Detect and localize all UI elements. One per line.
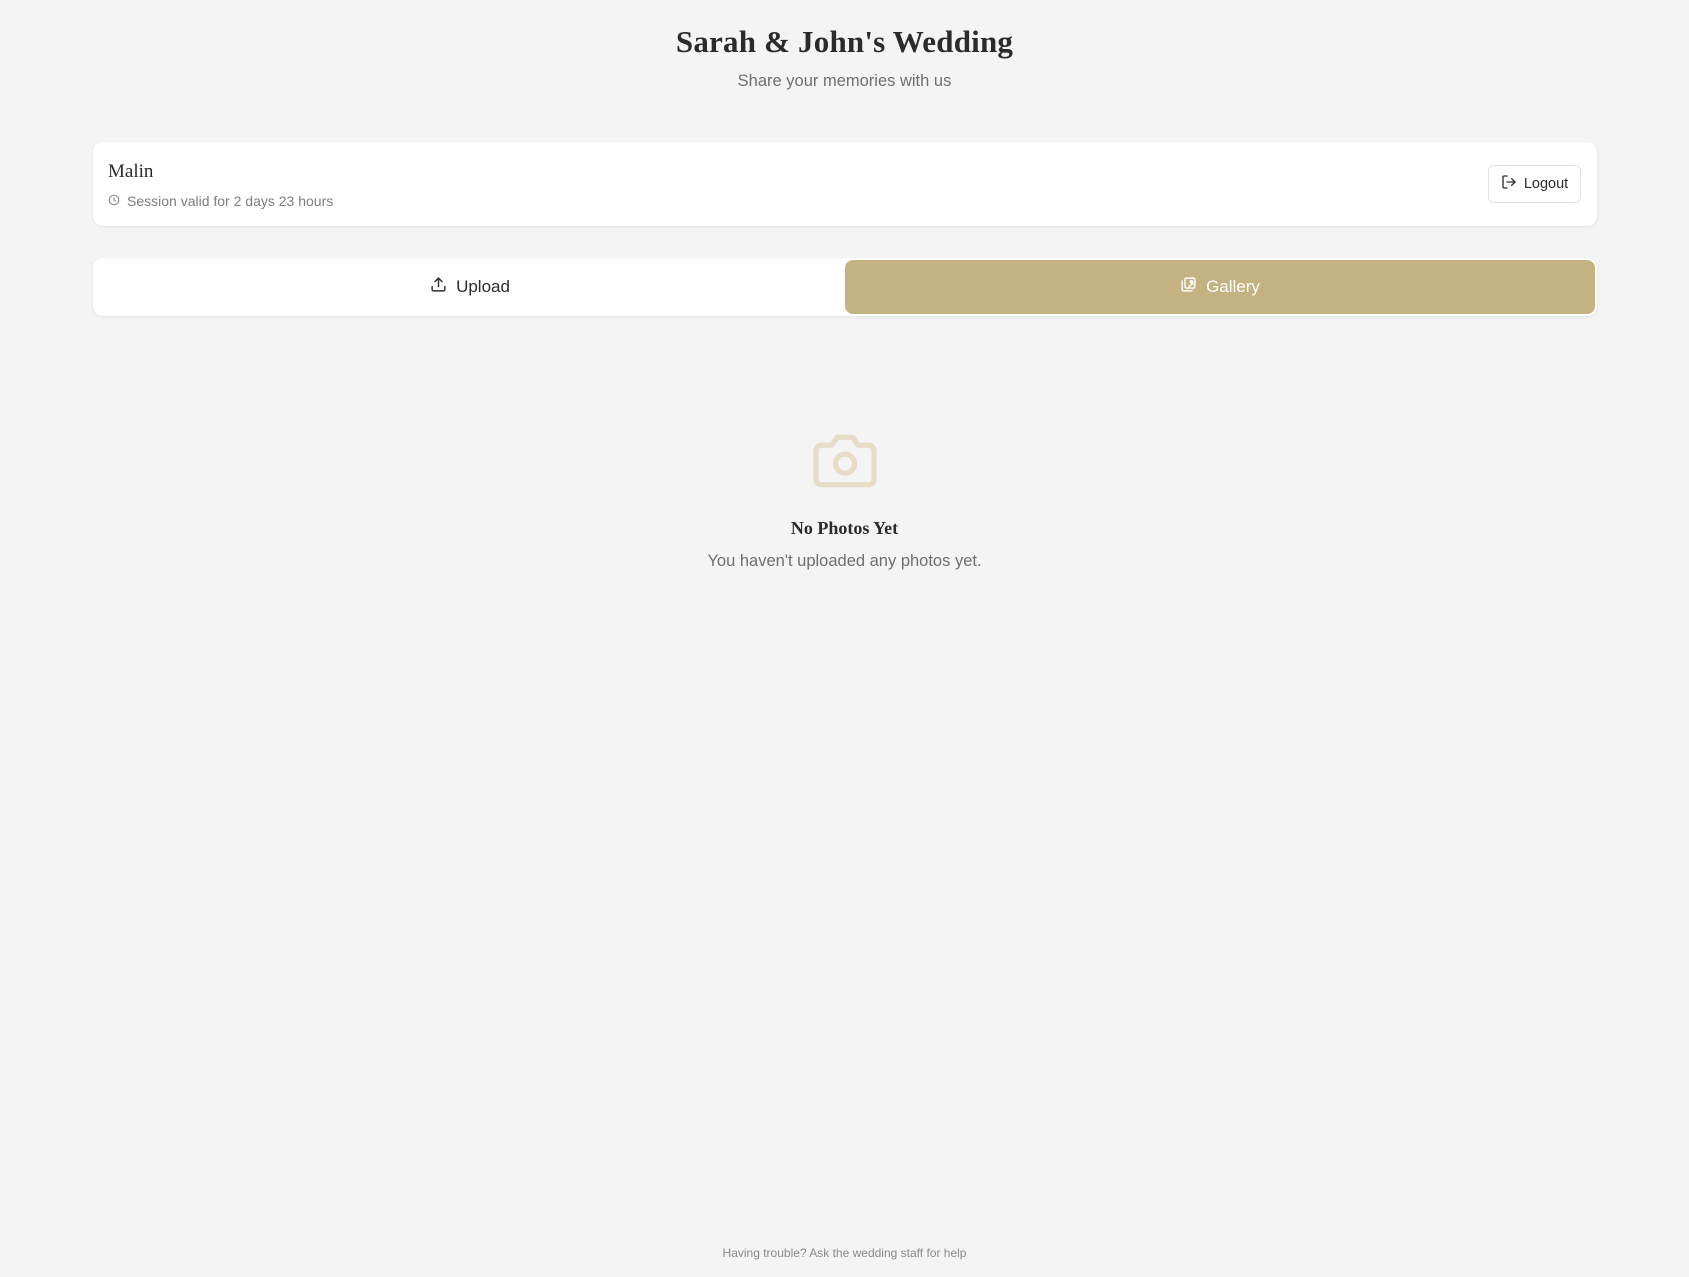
tab-gallery[interactable]: Gallery xyxy=(845,260,1595,314)
session-validity: Session valid for 2 days 23 hours xyxy=(108,192,333,210)
camera-icon xyxy=(812,432,877,495)
clock-icon xyxy=(108,192,127,210)
page-header: Sarah & John's Wedding Share your memori… xyxy=(0,22,1689,92)
page-title: Sarah & John's Wedding xyxy=(675,24,1014,59)
tab-upload-label: Upload xyxy=(456,277,510,296)
upload-icon xyxy=(430,276,456,298)
empty-state-title: No Photos Yet xyxy=(790,518,899,538)
session-validity-text: Session valid for 2 days 23 hours xyxy=(127,193,334,209)
empty-state: No Photos Yet You haven't uploaded any p… xyxy=(0,432,1689,572)
logout-label: Logout xyxy=(1523,176,1569,192)
empty-state-message: You haven't uploaded any photos yet. xyxy=(707,552,982,570)
page-subtitle: Share your memories with us xyxy=(737,72,952,90)
logout-icon xyxy=(1501,174,1524,194)
session-card: Malin Session valid for 2 days 23 hours … xyxy=(93,142,1597,226)
user-name: Malin xyxy=(108,161,154,182)
tab-gallery-label: Gallery xyxy=(1206,277,1260,296)
gallery-icon xyxy=(1180,276,1206,298)
logout-button[interactable]: Logout xyxy=(1488,165,1581,203)
tab-upload[interactable]: Upload xyxy=(95,260,845,314)
view-tabs: Upload Gallery xyxy=(93,258,1597,316)
footer-help-text: Having trouble? Ask the wedding staff fo… xyxy=(722,1246,967,1260)
